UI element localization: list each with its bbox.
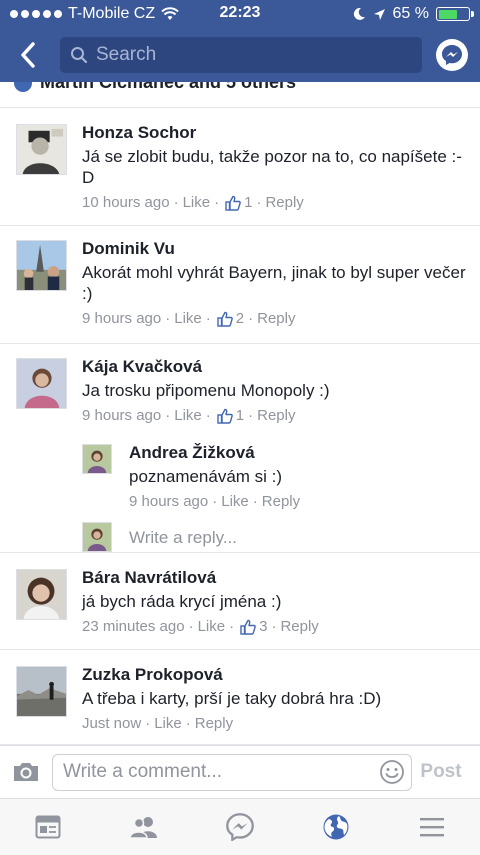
avatar[interactable] (16, 569, 67, 620)
like-count[interactable]: 1 (236, 407, 244, 424)
search-input[interactable]: Search (60, 37, 422, 73)
thumbs-up-icon (225, 195, 241, 211)
tab-messenger[interactable] (216, 803, 264, 851)
comment-input[interactable]: Write a comment... (52, 753, 412, 791)
avatar[interactable] (16, 124, 67, 175)
tab-notifications[interactable] (312, 803, 360, 851)
chevron-left-icon (21, 42, 35, 68)
comment-item: Kája Kvačková Ja trosku připomenu Monopo… (0, 344, 480, 553)
comment-author[interactable]: Honza Sochor (82, 122, 466, 144)
avatar[interactable] (16, 666, 67, 717)
avatar[interactable] (16, 358, 67, 409)
comment-item: Dominik Vu Akorát mohl vyhrát Bayern, ji… (0, 226, 480, 344)
tab-bar (0, 798, 480, 855)
signal-strength-icon (10, 10, 62, 18)
status-bar: T-Mobile CZ 22:23 65 % (0, 0, 480, 28)
comment-meta: 9 hours ago · Like · 1 · Reply (82, 407, 296, 424)
reactions-summary-text: Martin Cicmanec and 5 others (40, 82, 297, 92)
messenger-icon (226, 813, 254, 841)
reply-time[interactable]: 9 hours ago (129, 493, 208, 510)
comment-text: A třeba i karty, prší je taky dobrá hra … (82, 689, 382, 708)
globe-icon (323, 814, 349, 840)
reply-button[interactable]: Reply (280, 618, 318, 635)
camera-icon[interactable] (12, 760, 40, 784)
avatar[interactable] (16, 240, 67, 291)
reply-button[interactable]: Reply (195, 715, 233, 732)
moon-icon (353, 7, 365, 20)
menu-icon (420, 818, 444, 837)
like-button[interactable]: Like (221, 493, 249, 510)
battery-icon (436, 7, 474, 21)
like-count[interactable]: 1 (244, 194, 252, 211)
comment-text: Já se zlobit budu, takže pozor na to, co… (82, 147, 462, 187)
friends-icon (129, 817, 157, 839)
battery-percent: 65 % (392, 5, 429, 22)
reply-button[interactable]: Reply (257, 407, 295, 424)
comment-time[interactable]: 9 hours ago (82, 407, 161, 424)
reply-text: poznamenávám si :) (129, 467, 283, 486)
messenger-icon (442, 45, 462, 65)
comment-author[interactable]: Kája Kvačková (82, 356, 466, 378)
like-button[interactable]: Like (183, 194, 211, 211)
comment-author[interactable]: Dominik Vu (82, 238, 466, 260)
carrier-name: T-Mobile CZ (68, 5, 156, 22)
search-placeholder: Search (96, 44, 157, 65)
comment-item: Honza Sochor Já se zlobit budu, takže po… (0, 108, 480, 226)
reactions-summary-row[interactable]: Martin Cicmanec and 5 others (0, 82, 480, 108)
reply-avatar[interactable] (82, 444, 112, 474)
reply-button[interactable]: Reply (265, 194, 303, 211)
nav-row: Search (0, 28, 480, 82)
thumbs-up-icon (217, 408, 233, 424)
reply-meta: 9 hours ago · Like · Reply (129, 493, 301, 510)
comment-text: Akorát mohl vyhrát Bayern, jinak to byl … (82, 263, 466, 303)
tab-friends[interactable] (120, 803, 168, 851)
tab-news-feed[interactable] (24, 803, 72, 851)
comment-meta: 9 hours ago · Like · 2 · Reply (82, 310, 296, 327)
top-bar: T-Mobile CZ 22:23 65 % Search (0, 0, 480, 82)
reply-author[interactable]: Andrea Žižková (129, 442, 466, 464)
battery-level (438, 9, 458, 19)
emoji-icon[interactable] (379, 759, 405, 785)
tab-menu[interactable] (408, 803, 456, 851)
comment-time[interactable]: 23 minutes ago (82, 618, 185, 635)
news-feed-icon (35, 815, 61, 839)
comment-item: Zuzka Prokopová A třeba i karty, prší je… (0, 650, 480, 745)
messenger-button[interactable] (436, 39, 468, 71)
comment-author[interactable]: Zuzka Prokopová (82, 664, 466, 686)
comment-composer: Write a comment... Post (0, 745, 480, 798)
comment-input-placeholder: Write a comment... (63, 761, 223, 782)
wifi-icon (161, 7, 179, 20)
thumbs-up-icon (240, 619, 256, 635)
comment-text: Ja trosku připomenu Monopoly :) (82, 381, 330, 400)
like-count[interactable]: 3 (259, 618, 267, 635)
back-button[interactable] (12, 35, 44, 75)
comment-author[interactable]: Bára Navrátilová (82, 567, 466, 589)
reply-button[interactable]: Reply (262, 493, 300, 510)
comment-time[interactable]: 10 hours ago (82, 194, 170, 211)
comment-time[interactable]: 9 hours ago (82, 310, 161, 327)
comment-time[interactable]: Just now (82, 715, 141, 732)
post-button[interactable]: Post (412, 761, 470, 783)
comment-meta: 23 minutes ago · Like · 3 · Reply (82, 618, 319, 635)
like-button[interactable]: Like (154, 715, 182, 732)
current-user-avatar (82, 522, 112, 552)
reply-button[interactable]: Reply (257, 310, 295, 327)
thumbs-up-icon (217, 311, 233, 327)
like-button[interactable]: Like (174, 407, 202, 424)
like-reaction-icon (14, 82, 32, 92)
comment-meta: 10 hours ago · Like · 1 · Reply (82, 194, 304, 211)
comment-meta: Just now · Like · Reply (82, 715, 234, 732)
reply-item: Andrea Žižková poznamenávám si :) 9 hour… (129, 442, 466, 510)
comment-text: já bych ráda krycí jména :) (82, 592, 282, 611)
location-arrow-icon (373, 8, 385, 20)
comment-item: Bára Navrátilová já bych ráda krycí jmén… (0, 553, 480, 650)
like-button[interactable]: Like (174, 310, 202, 327)
write-reply-input[interactable]: Write a reply... (129, 528, 237, 548)
like-button[interactable]: Like (198, 618, 226, 635)
search-icon (71, 47, 88, 64)
like-count[interactable]: 2 (236, 310, 244, 327)
